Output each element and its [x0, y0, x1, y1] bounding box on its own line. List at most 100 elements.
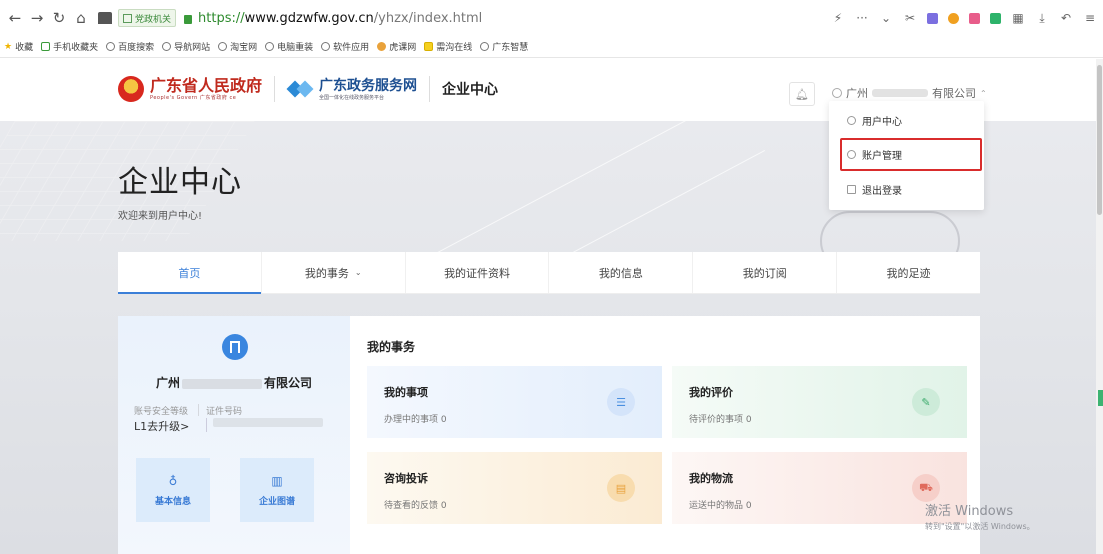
bookmark-item[interactable]: 电脑重装 — [265, 40, 313, 53]
consult-complaint-card[interactable]: 咨询投诉 待查看的反馈 0 ▤ — [367, 452, 662, 524]
globe-icon — [480, 42, 490, 51]
enterprise-graph-button[interactable]: ▥ 企业图谱 — [240, 458, 314, 522]
tab-my-documents[interactable]: 我的证件资料 — [406, 252, 550, 293]
browser-address-bar: ← → ↻ ⌂ 党政机关 https://www.gdzwfw.gov.cn/y… — [0, 0, 1103, 36]
main-tabs: 首页 我的事务 ⌄ 我的证件资料 我的信息 我的订阅 我的足迹 — [118, 252, 980, 294]
site-identity-chip[interactable]: 党政机关 — [118, 9, 177, 27]
header-divider — [429, 76, 431, 102]
site-logo[interactable]: 广东省人民政府 People's Govern 广东省政府 ce 广东政务服务网… — [118, 76, 498, 102]
security-level-label: 账号安全等级 — [134, 407, 189, 417]
bookmarks-bar: ★ 收藏 手机收藏夹 百度搜索 导航网站 淘宝网 电脑重装 软件应用 虎课网 需沟… — [0, 36, 1103, 58]
service-name: 广东政务服务网 — [319, 77, 418, 94]
reload-icon[interactable]: ↻ — [50, 9, 68, 27]
page-scrollbar[interactable] — [1096, 59, 1103, 554]
ribbon-icon: ♁ — [168, 473, 178, 488]
chevron-down-icon[interactable]: ⌄ — [879, 11, 893, 25]
undo-icon[interactable]: ↶ — [1059, 11, 1073, 25]
basic-info-button[interactable]: ♁ 基本信息 — [136, 458, 210, 522]
menu-icon[interactable]: ≡ — [1083, 11, 1097, 25]
logout-icon — [847, 185, 856, 194]
windows-activation-watermark: 激活 Windows 转到"设置"以激活 Windows。 — [925, 504, 1035, 531]
extension-icon[interactable] — [927, 12, 938, 24]
tab-home[interactable]: 首页 — [118, 252, 262, 294]
globe-icon — [162, 42, 172, 51]
scrollbar-thumb[interactable] — [1097, 65, 1102, 215]
list-icon: ☰ — [607, 388, 635, 416]
truck-icon: ⛟ — [912, 474, 940, 502]
home-icon[interactable]: ⌂ — [72, 9, 90, 27]
tiger-icon — [377, 42, 387, 51]
redacted-text — [872, 89, 928, 97]
gov-name: 广东省人民政府 — [150, 75, 263, 95]
bookmark-item[interactable]: 虎课网 — [377, 40, 416, 53]
user-menu-button[interactable]: 广州 有限公司 ⌃ — [832, 85, 987, 101]
redacted-text — [213, 418, 323, 427]
tab-my-subscriptions[interactable]: 我的订阅 — [693, 252, 838, 293]
more-icon[interactable]: ··· — [855, 11, 869, 25]
bookmark-folder-icon[interactable] — [98, 12, 112, 24]
menu-item-user-center[interactable]: 用户中心 — [847, 113, 902, 128]
gov-badge-icon — [123, 13, 132, 23]
id-number-label: 证件号码 — [206, 407, 243, 417]
site-chip-label: 党政机关 — [135, 14, 172, 25]
message-icon: ▤ — [607, 474, 635, 502]
user-name-prefix: 广州 — [846, 87, 868, 100]
forward-arrow-icon[interactable]: → — [28, 9, 46, 27]
browser-toolbar-right: ⚡ ··· ⌄ ✂ ▦ ⤓ ↶ ≡ — [831, 0, 1097, 36]
my-affairs-panel: 我的事务 我的事项 办理中的事项 0 ☰ 我的评价 待评价的事项 0 ✎ 咨询投… — [350, 316, 980, 554]
service-logo-icon — [286, 76, 314, 102]
gov-subtitle: People's Govern 广东省政府 ce — [150, 94, 237, 101]
header-title: 企业中心 — [442, 82, 499, 98]
divider — [198, 404, 199, 416]
apps-grid-icon[interactable]: ▦ — [1011, 11, 1025, 25]
bookmark-item[interactable]: 需沟在线 — [424, 40, 472, 53]
bookmark-item[interactable]: 广东智慧 — [480, 40, 528, 53]
notification-bell-icon[interactable]: 🔔︎ — [789, 82, 815, 106]
tab-my-footprints[interactable]: 我的足迹 — [837, 252, 980, 293]
my-reviews-card[interactable]: 我的评价 待评价的事项 0 ✎ — [672, 366, 967, 438]
globe-icon — [218, 42, 228, 51]
chevron-down-icon: ⌄ — [354, 268, 362, 277]
security-upgrade-link[interactable]: L1去升级> — [134, 418, 189, 434]
padlock-icon[interactable] — [184, 14, 193, 24]
profile-card: 广州 有限公司 账号安全等级 L1去升级> 证件号码 ♁ 基本信息 ▥ 企业图谱 — [118, 316, 350, 554]
bookmark-item[interactable]: 手机收藏夹 — [41, 40, 98, 53]
company-name: 广州 有限公司 — [155, 376, 313, 390]
back-arrow-icon[interactable]: ← — [6, 9, 24, 27]
bookmark-item[interactable]: 百度搜索 — [106, 40, 154, 53]
id-number-value — [206, 418, 336, 432]
annotation-highlight — [840, 138, 982, 171]
user-name-suffix: 有限公司 — [932, 87, 976, 100]
service-subtitle: 全国一体化在线政务服务平台 — [319, 94, 385, 101]
lightning-icon[interactable]: ⚡ — [831, 11, 845, 25]
affairs-title: 我的事务 — [367, 340, 416, 354]
download-icon[interactable]: ⤓ — [1035, 11, 1049, 25]
national-emblem-icon — [118, 76, 144, 102]
chevron-up-icon: ⌃ — [980, 88, 987, 98]
my-items-card[interactable]: 我的事项 办理中的事项 0 ☰ — [367, 366, 662, 438]
scissors-icon[interactable]: ✂ — [903, 11, 917, 25]
shield-extension-icon[interactable] — [948, 12, 959, 24]
tab-my-info[interactable]: 我的信息 — [549, 252, 694, 293]
bookmark-item[interactable]: 导航网站 — [162, 40, 210, 53]
decoration-line — [404, 121, 776, 271]
graph-icon: ▥ — [271, 473, 283, 488]
redacted-text — [182, 378, 262, 389]
game-extension-icon[interactable] — [969, 12, 980, 24]
my-logistics-card[interactable]: 我的物流 运送中的物品 0 ⛟ — [672, 452, 967, 524]
side-tab-marker[interactable] — [1098, 390, 1103, 406]
bookmark-item[interactable]: 淘宝网 — [218, 40, 257, 53]
user-icon — [832, 88, 842, 98]
tab-my-affairs[interactable]: 我的事务 ⌄ — [262, 252, 406, 293]
company-avatar-icon — [222, 334, 248, 360]
note-extension-icon[interactable] — [990, 12, 1001, 24]
folder-icon — [424, 42, 434, 51]
header-divider — [274, 76, 276, 102]
page-title: 企业中心 — [118, 165, 242, 200]
bookmark-item[interactable]: 软件应用 — [321, 40, 369, 53]
menu-item-logout[interactable]: 退出登录 — [847, 182, 902, 197]
url-field[interactable]: https://www.gdzwfw.gov.cn/yhzx/index.htm… — [198, 11, 482, 26]
edit-icon: ✎ — [912, 388, 940, 416]
user-icon — [847, 116, 856, 125]
bookmark-item[interactable]: ★ 收藏 — [4, 40, 33, 54]
